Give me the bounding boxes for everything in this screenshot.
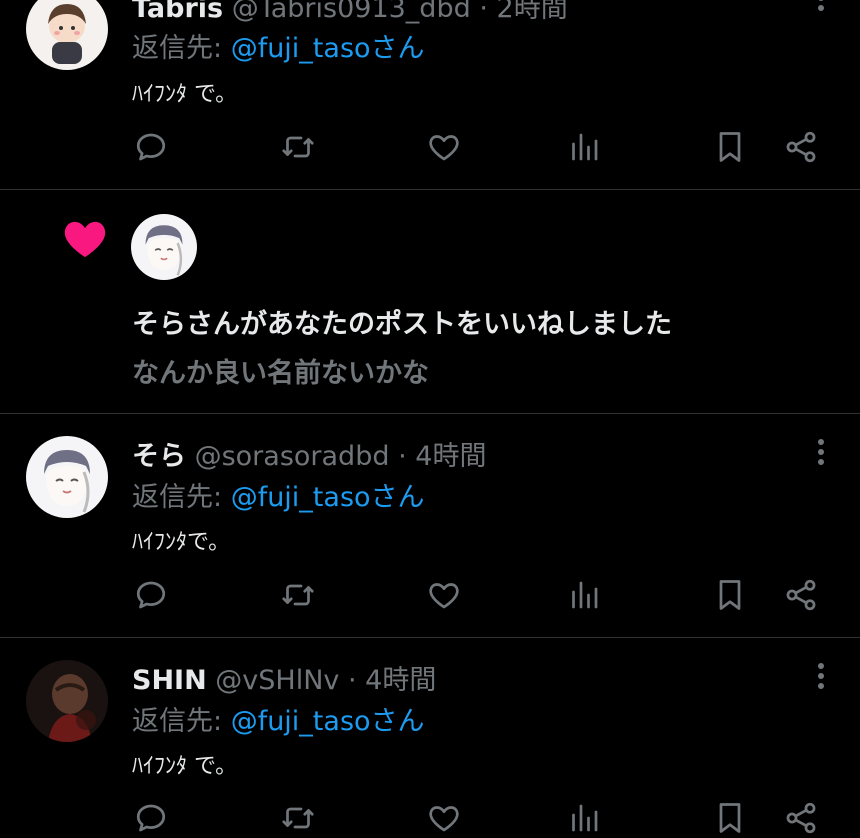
reply-mention-link[interactable]: @fuji_tasoさん — [231, 482, 425, 513]
post-sora[interactable]: そら @sorasoradbd · 4時間 返信先: @fuji_tasoさん … — [0, 414, 860, 638]
share-icon[interactable] — [781, 798, 821, 838]
repost-icon[interactable] — [278, 798, 318, 838]
action-bar — [0, 798, 860, 838]
like-icon[interactable] — [424, 575, 464, 615]
user-handle[interactable]: @vSHlNv — [215, 665, 339, 696]
reply-icon[interactable] — [131, 798, 171, 838]
reply-icon[interactable] — [131, 127, 171, 167]
like-icon[interactable] — [424, 798, 464, 838]
reply-to-label: 返信先: — [132, 482, 231, 513]
reply-mention-link[interactable]: @fuji_tasoさん — [231, 33, 425, 64]
post-text: ﾊｲﾌﾝﾀ で。 — [132, 82, 238, 107]
like-icon[interactable] — [424, 127, 464, 167]
user-handle[interactable]: @sorasoradbd — [195, 441, 390, 472]
separator-dot: · — [347, 665, 357, 696]
post-text: ﾊｲﾌﾝﾀで。 — [132, 530, 231, 555]
repost-icon[interactable] — [278, 127, 318, 167]
action-bar — [0, 575, 860, 615]
post-shin[interactable]: SHIN @vSHlNv · 4時間 返信先: @fuji_tasoさん ﾊｲﾌ… — [0, 638, 860, 838]
post-time[interactable]: 4時間 — [365, 665, 436, 696]
action-bar — [0, 127, 860, 167]
bookmark-icon[interactable] — [710, 798, 750, 838]
reply-to-label: 返信先: — [132, 706, 231, 737]
notification-title: そらさんがあなたのポストをいいねしました — [132, 309, 672, 340]
post-time[interactable]: 4時間 — [415, 441, 486, 472]
user-handle[interactable]: @Tabris0913_dbd — [232, 0, 471, 24]
avatar[interactable] — [131, 214, 197, 280]
bookmark-icon[interactable] — [710, 575, 750, 615]
reply-icon[interactable] — [131, 575, 171, 615]
display-name[interactable]: そら — [132, 441, 186, 472]
heart-icon — [62, 219, 108, 259]
avatar[interactable] — [26, 0, 108, 70]
avatar[interactable] — [26, 660, 108, 742]
share-icon[interactable] — [781, 575, 821, 615]
notification-liked-post-text[interactable]: なんか良い名前ないかな — [132, 351, 429, 390]
views-icon[interactable] — [564, 127, 604, 167]
reply-mention-link[interactable]: @fuji_tasoさん — [231, 706, 425, 737]
reply-to-label: 返信先: — [132, 33, 231, 64]
bookmark-icon[interactable] — [710, 127, 750, 167]
more-icon[interactable] — [806, 438, 836, 478]
display-name[interactable]: SHIN — [132, 665, 207, 696]
views-icon[interactable] — [564, 575, 604, 615]
more-icon[interactable] — [806, 0, 836, 24]
like-notification[interactable]: そらさんがあなたのポストをいいねしました なんか良い名前ないかな — [0, 190, 860, 413]
separator-dot: · — [479, 0, 488, 24]
avatar[interactable] — [26, 436, 108, 518]
post-text: ﾊｲﾌﾝﾀ で。 — [132, 754, 238, 779]
display-name[interactable]: Tabris — [132, 0, 223, 24]
share-icon[interactable] — [781, 127, 821, 167]
separator-dot: · — [398, 441, 407, 472]
post-tabris[interactable]: Tabris @Tabris0913_dbd · 2時間 返信先: @fuji_… — [0, 0, 860, 190]
more-icon[interactable] — [806, 662, 836, 702]
post-time[interactable]: 2時間 — [497, 0, 568, 24]
repost-icon[interactable] — [278, 575, 318, 615]
views-icon[interactable] — [564, 798, 604, 838]
